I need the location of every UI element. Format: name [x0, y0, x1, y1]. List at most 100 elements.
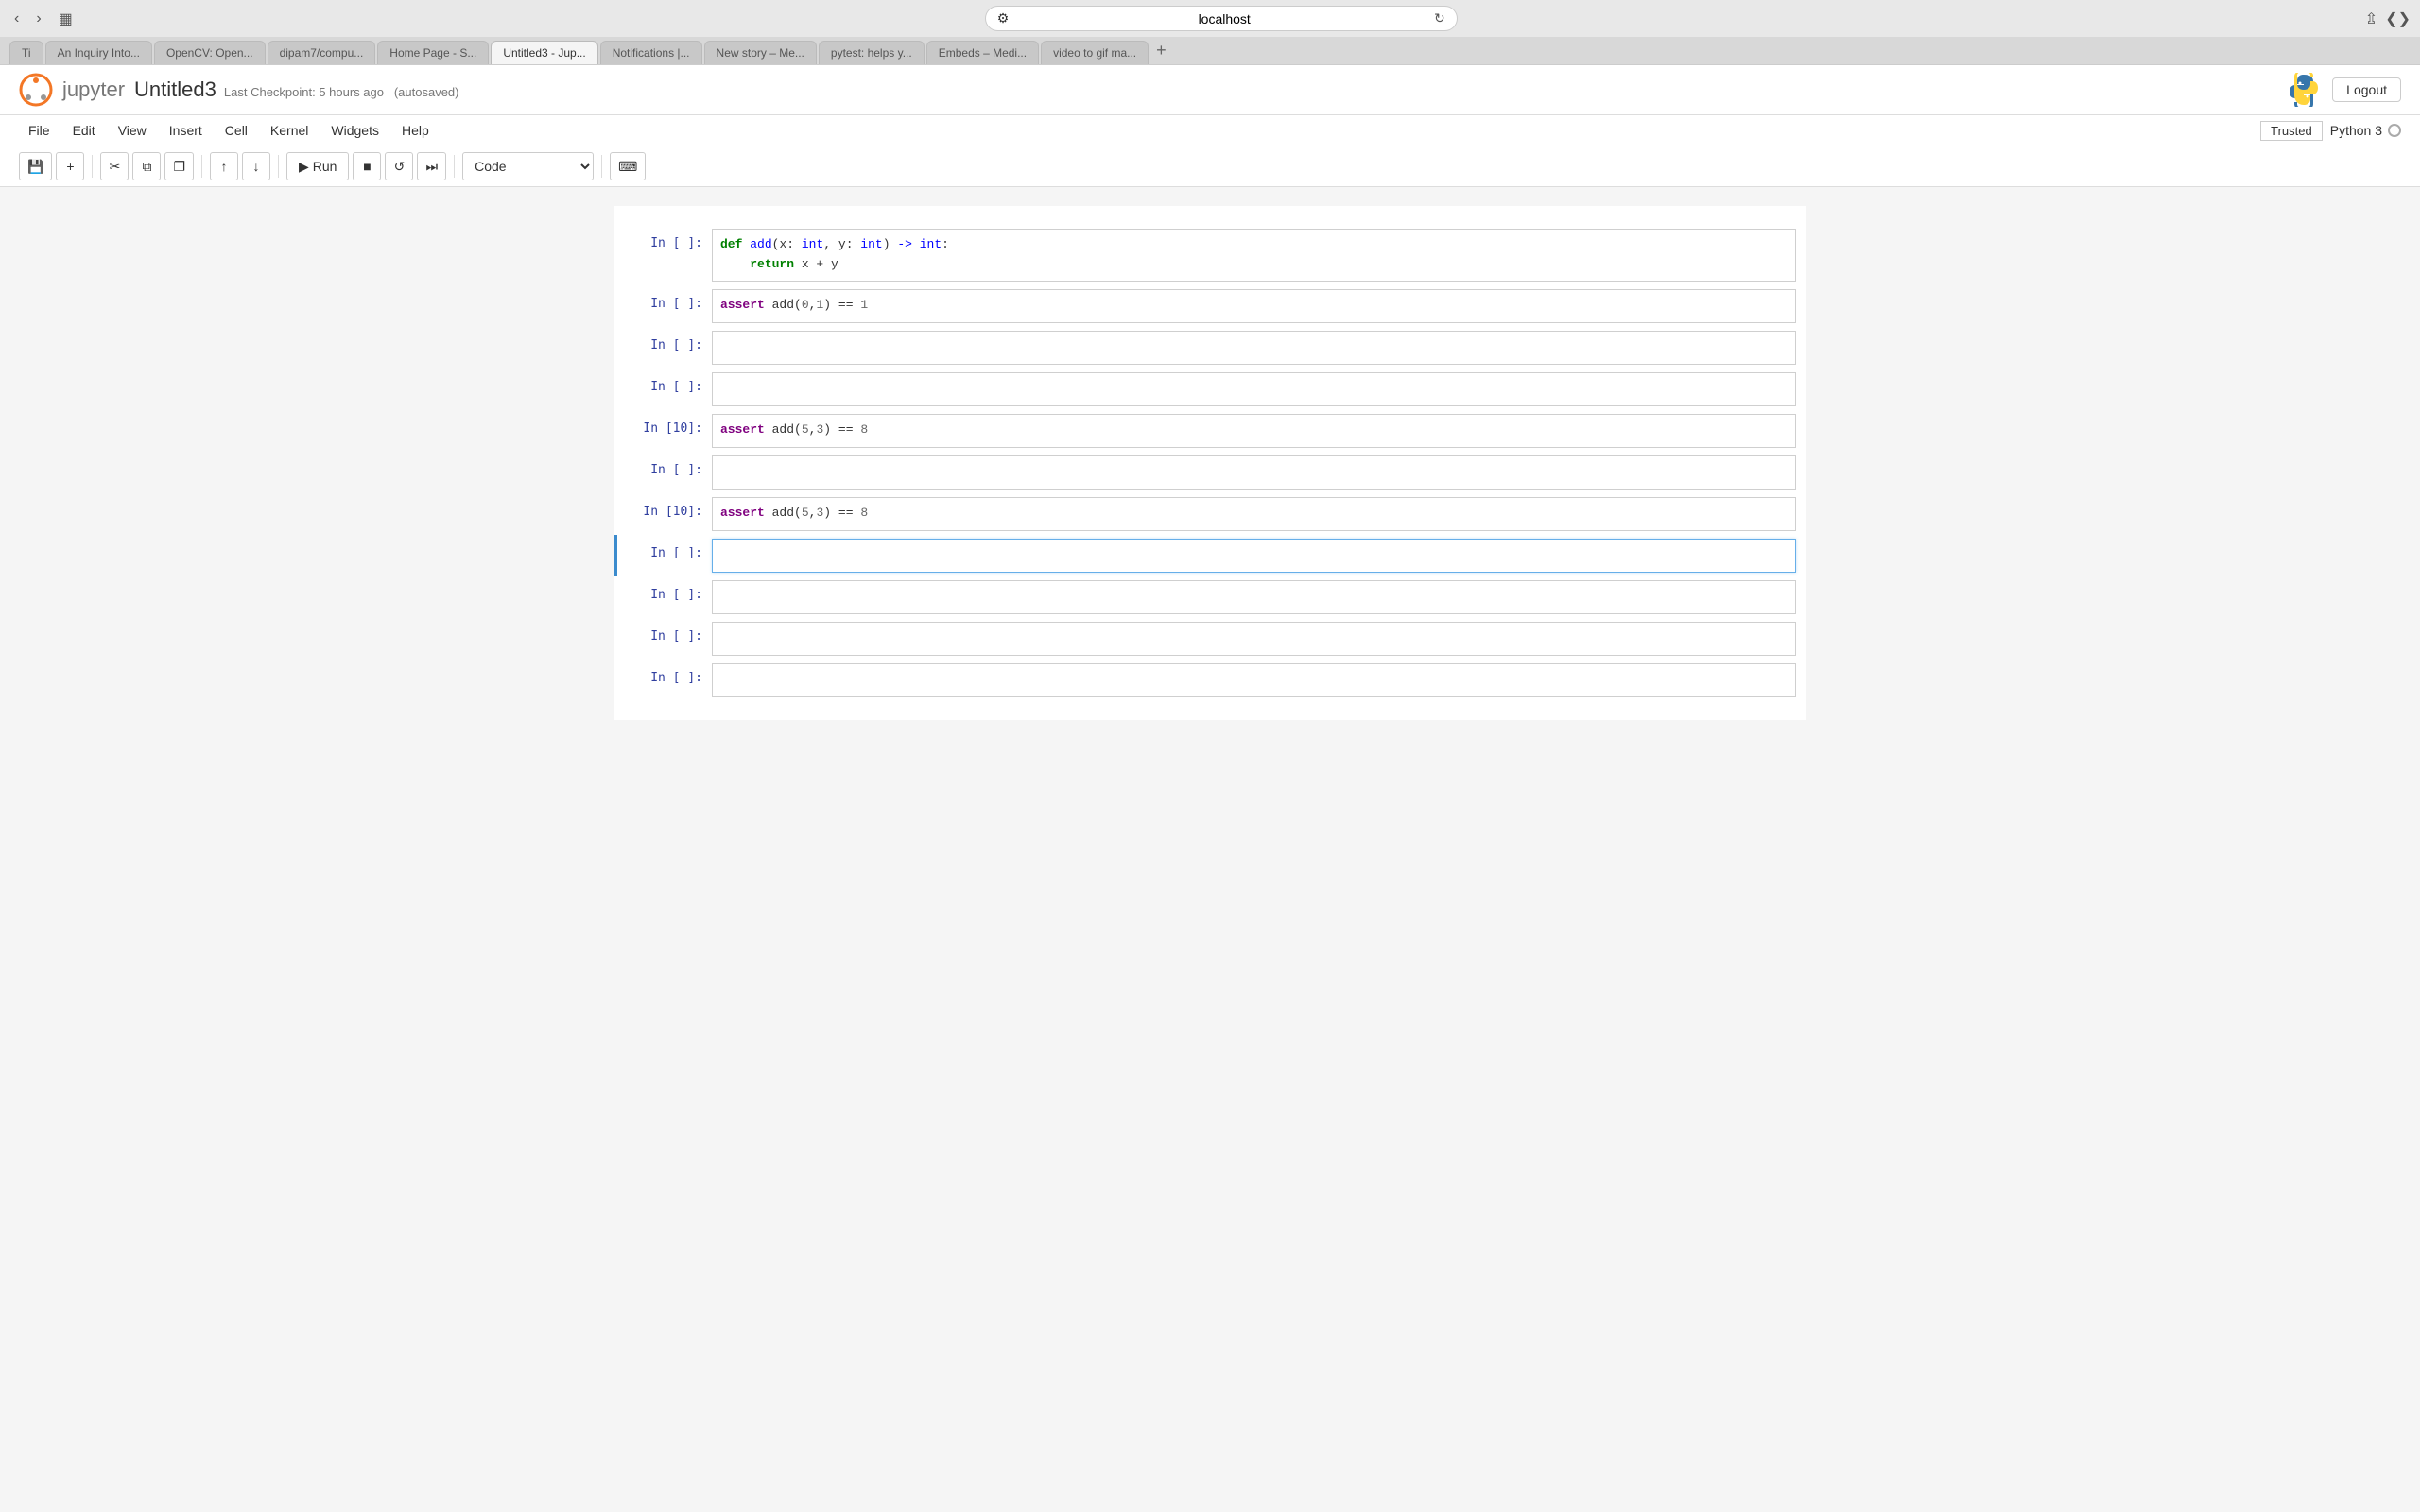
- toolbar-separator-2: [201, 155, 202, 178]
- address-bar: ⚙ ↻: [985, 6, 1458, 31]
- cell-prompt-7: In [10]:: [617, 497, 712, 523]
- back-button[interactable]: ‹: [9, 9, 24, 29]
- menu-cell[interactable]: Cell: [216, 119, 257, 142]
- share-button[interactable]: ⇫: [2365, 9, 2377, 28]
- cut-button[interactable]: ✂: [100, 152, 129, 180]
- cell-5[interactable]: In [10]: assert add(5,3) == 8: [614, 410, 1806, 452]
- browser-tab-5[interactable]: Untitled3 - Jup...: [491, 41, 597, 64]
- toolbar-separator-3: [278, 155, 279, 178]
- browser-toolbar: ‹ › ▦ ⚙ ↻ ⇫ ❮❯: [0, 0, 2420, 37]
- notebook-container: In [ ]: def add(x: int, y: int) -> int: …: [614, 206, 1806, 720]
- menu-widgets[interactable]: Widgets: [321, 119, 389, 142]
- menu-right: Trusted Python 3: [2260, 121, 2401, 141]
- jupyter-logo-area: jupyter Untitled3 Last Checkpoint: 5 hou…: [19, 73, 459, 107]
- cell-prompt-10: In [ ]:: [617, 622, 712, 647]
- browser-tab-1[interactable]: An Inquiry Into...: [45, 41, 152, 64]
- cell-7[interactable]: In [10]: assert add(5,3) == 8: [614, 493, 1806, 535]
- cell-content-6[interactable]: [712, 455, 1796, 490]
- cell-content-7[interactable]: assert add(5,3) == 8: [712, 497, 1796, 531]
- browser-tab-9[interactable]: Embeds – Medi...: [926, 41, 1039, 64]
- favicon-icon: ⚙: [997, 10, 1010, 26]
- toolbar-separator-1: [92, 155, 93, 178]
- cell-prompt-1: In [ ]:: [617, 229, 712, 254]
- reload-button[interactable]: ↻: [1434, 10, 1445, 26]
- cell-10[interactable]: In [ ]:: [614, 618, 1806, 660]
- browser-tab-2[interactable]: OpenCV: Open...: [154, 41, 266, 64]
- cell-content-3[interactable]: [712, 331, 1796, 365]
- cell-type-select[interactable]: Code Markdown Raw NBConvert Heading: [462, 152, 594, 180]
- menu-view[interactable]: View: [109, 119, 156, 142]
- browser-tab-6[interactable]: Notifications |...: [600, 41, 702, 64]
- browser-tabs: Ti An Inquiry Into... OpenCV: Open... di…: [0, 37, 2420, 64]
- restart-button[interactable]: ↺: [385, 152, 413, 180]
- address-input[interactable]: [1014, 11, 1434, 26]
- browser-tab-4[interactable]: Home Page - S...: [377, 41, 489, 64]
- toolbar: 💾 + ✂ ⧉ ❐ ↑ ↓ ▶ Run ■ ↺ ⏭ Code Markdown …: [0, 146, 2420, 187]
- paste-button[interactable]: ❐: [164, 152, 194, 180]
- cell-prompt-4: In [ ]:: [617, 372, 712, 398]
- cell-11[interactable]: In [ ]:: [614, 660, 1806, 701]
- save-button[interactable]: 💾: [19, 152, 52, 180]
- notebook-title[interactable]: Untitled3: [134, 77, 216, 102]
- fullscreen-button[interactable]: ❮❯: [2385, 9, 2411, 28]
- run-label: Run: [313, 159, 337, 174]
- cell-4[interactable]: In [ ]:: [614, 369, 1806, 410]
- cell-3[interactable]: In [ ]:: [614, 327, 1806, 369]
- logout-button[interactable]: Logout: [2332, 77, 2401, 102]
- browser-tab-3[interactable]: dipam7/compu...: [268, 41, 376, 64]
- browser-tab-7[interactable]: New story – Me...: [704, 41, 817, 64]
- jupyter-header-right: Logout: [2287, 73, 2401, 107]
- cell-content-1[interactable]: def add(x: int, y: int) -> int: return x…: [712, 229, 1796, 282]
- window-sidebar-button[interactable]: ▦: [54, 8, 78, 30]
- menu-kernel[interactable]: Kernel: [261, 119, 318, 142]
- cell-2[interactable]: In [ ]: assert add(0,1) == 1: [614, 285, 1806, 327]
- cell-8[interactable]: In [ ]:: [614, 535, 1806, 576]
- move-up-button[interactable]: ↑: [210, 152, 238, 180]
- toolbar-separator-5: [601, 155, 602, 178]
- toolbar-separator-4: [454, 155, 455, 178]
- kernel-indicator: Python 3: [2330, 123, 2401, 138]
- cell-content-8[interactable]: [712, 539, 1796, 573]
- restart-run-button[interactable]: ⏭: [417, 152, 446, 180]
- cell-content-4[interactable]: [712, 372, 1796, 406]
- menu-help[interactable]: Help: [392, 119, 439, 142]
- jupyter-header: jupyter Untitled3 Last Checkpoint: 5 hou…: [0, 65, 2420, 115]
- run-button[interactable]: ▶ Run: [286, 152, 349, 180]
- cell-9[interactable]: In [ ]:: [614, 576, 1806, 618]
- browser-tab-0[interactable]: Ti: [9, 41, 43, 64]
- cell-content-5[interactable]: assert add(5,3) == 8: [712, 414, 1796, 448]
- cell-6[interactable]: In [ ]:: [614, 452, 1806, 493]
- menu-edit[interactable]: Edit: [63, 119, 105, 142]
- cell-content-2[interactable]: assert add(0,1) == 1: [712, 289, 1796, 323]
- browser-tab-10[interactable]: video to gif ma...: [1041, 41, 1149, 64]
- cell-content-9[interactable]: [712, 580, 1796, 614]
- menu-file[interactable]: File: [19, 119, 60, 142]
- notebook-area: In [ ]: def add(x: int, y: int) -> int: …: [0, 187, 2420, 1510]
- python-logo-icon: [2287, 73, 2321, 107]
- stop-button[interactable]: ■: [353, 152, 381, 180]
- copy-button[interactable]: ⧉: [132, 152, 161, 180]
- run-icon: ▶: [299, 159, 309, 175]
- checkpoint-info: Last Checkpoint: 5 hours ago (autosaved): [224, 85, 459, 99]
- jupyter-word: jupyter: [62, 77, 125, 102]
- browser-chrome: ‹ › ▦ ⚙ ↻ ⇫ ❮❯ Ti An Inquiry Into... Ope…: [0, 0, 2420, 65]
- forward-button[interactable]: ›: [31, 9, 45, 29]
- new-tab-button[interactable]: +: [1150, 37, 1172, 64]
- cell-1[interactable]: In [ ]: def add(x: int, y: int) -> int: …: [614, 225, 1806, 285]
- jupyter-title-area: Untitled3 Last Checkpoint: 5 hours ago (…: [134, 77, 458, 102]
- browser-tab-8[interactable]: pytest: helps y...: [819, 41, 925, 64]
- menu-items: File Edit View Insert Cell Kernel Widget…: [19, 119, 439, 142]
- add-cell-button[interactable]: +: [56, 152, 84, 180]
- cell-prompt-2: In [ ]:: [617, 289, 712, 315]
- cell-prompt-9: In [ ]:: [617, 580, 712, 606]
- move-down-button[interactable]: ↓: [242, 152, 270, 180]
- trusted-badge[interactable]: Trusted: [2260, 121, 2323, 141]
- menu-insert[interactable]: Insert: [160, 119, 212, 142]
- cell-prompt-11: In [ ]:: [617, 663, 712, 689]
- cell-content-10[interactable]: [712, 622, 1796, 656]
- keyboard-shortcuts-button[interactable]: ⌨: [610, 152, 646, 180]
- menu-bar: File Edit View Insert Cell Kernel Widget…: [0, 115, 2420, 146]
- cell-content-11[interactable]: [712, 663, 1796, 697]
- cell-prompt-5: In [10]:: [617, 414, 712, 439]
- cell-prompt-6: In [ ]:: [617, 455, 712, 481]
